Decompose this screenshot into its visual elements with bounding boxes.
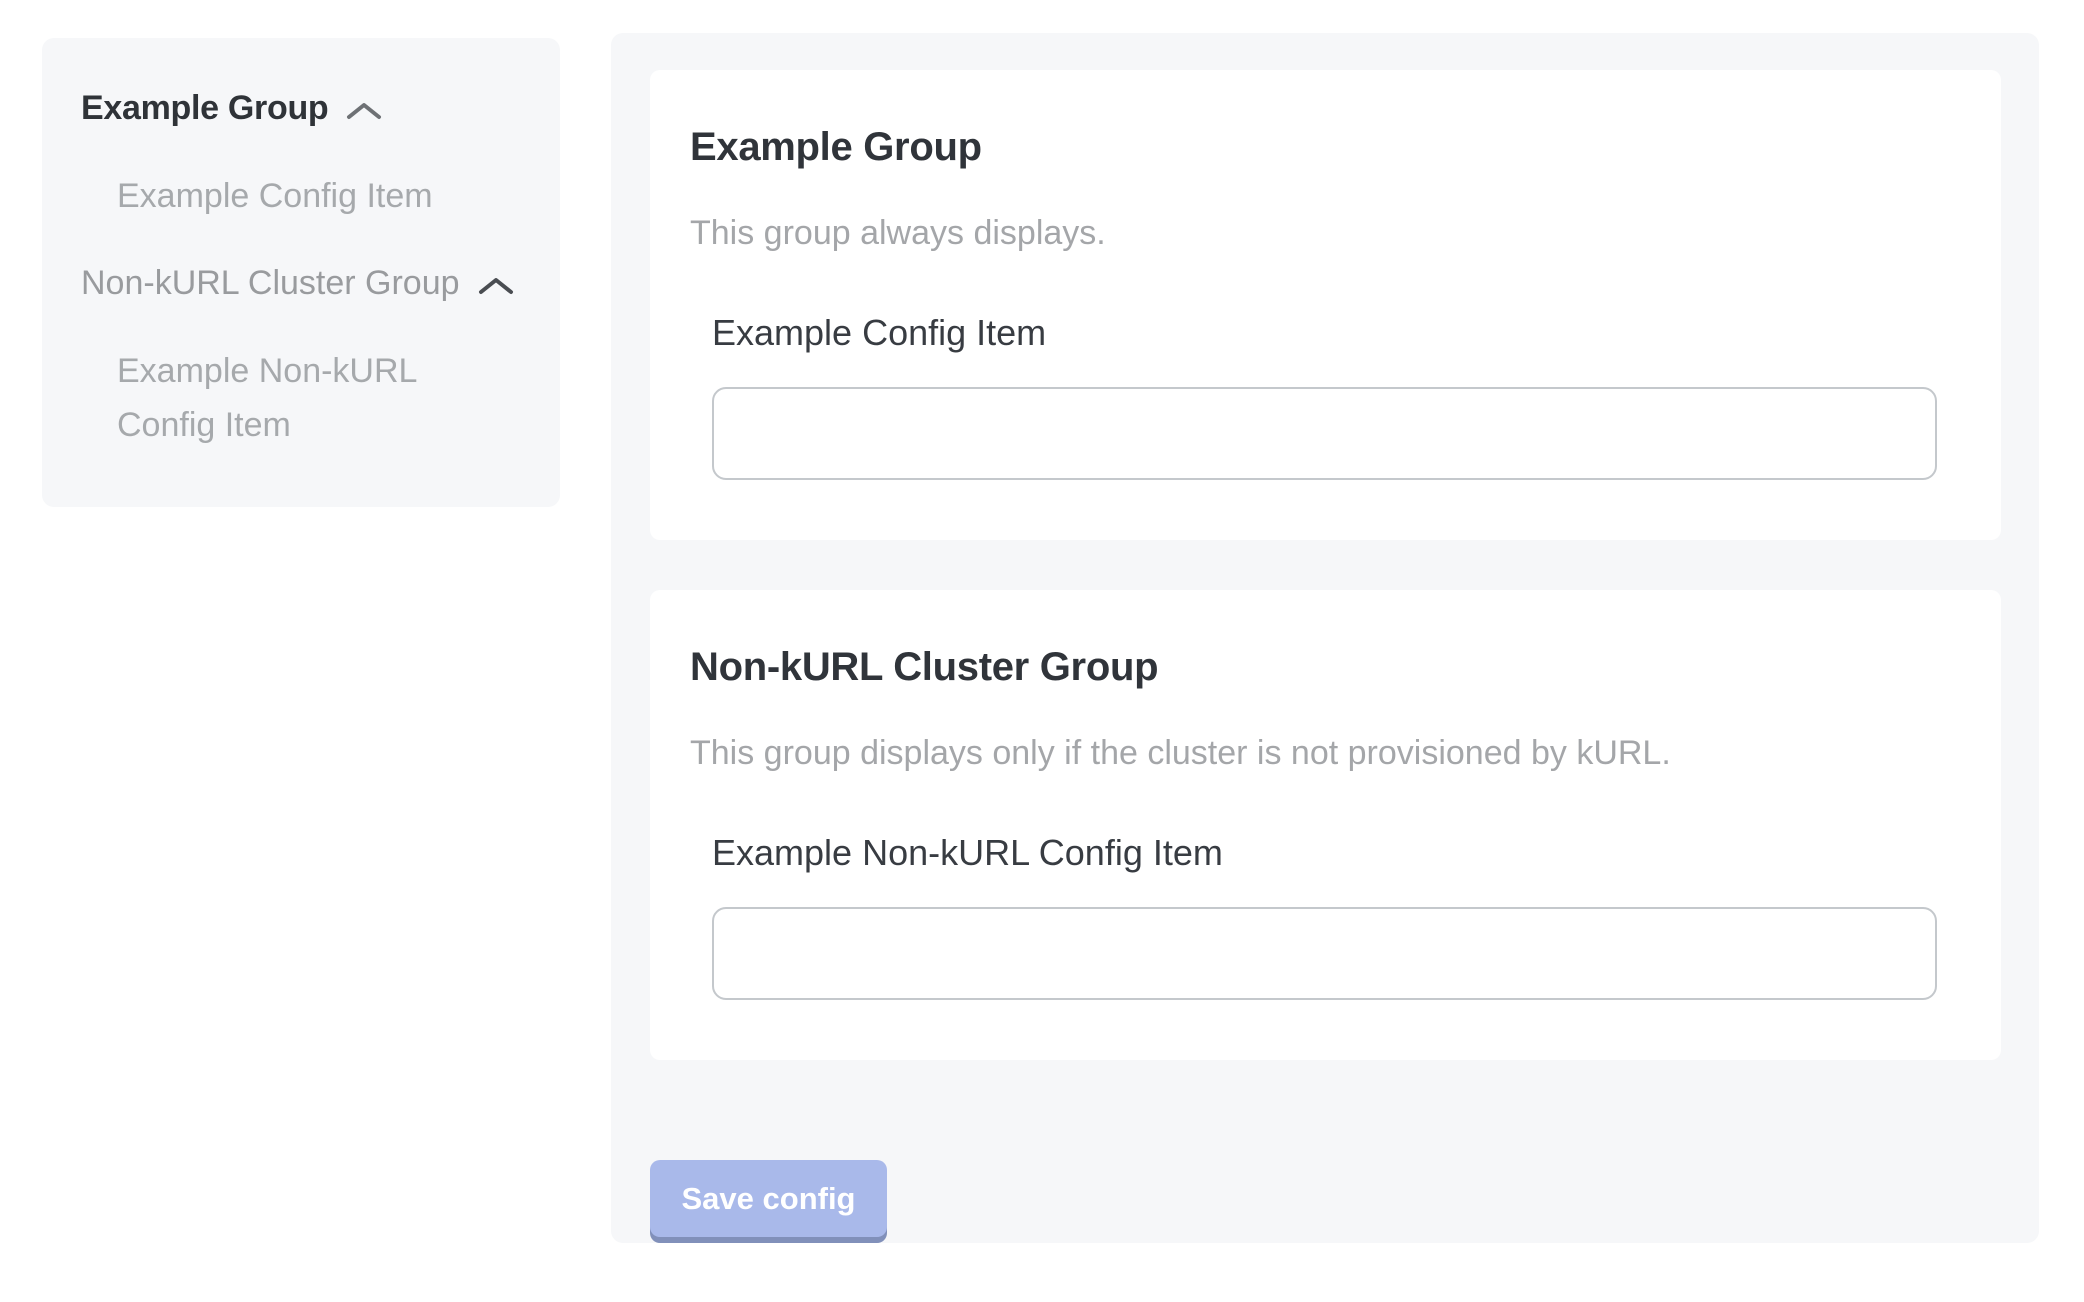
config-group-card-example-group: Example Group This group always displays… bbox=[650, 70, 2001, 540]
save-config-button[interactable]: Save config bbox=[650, 1160, 887, 1237]
group-title: Non-kURL Cluster Group bbox=[690, 642, 1961, 692]
chevron-up-icon[interactable] bbox=[346, 102, 382, 120]
chevron-up-icon[interactable] bbox=[478, 277, 514, 295]
config-main-panel: Example Group This group always displays… bbox=[611, 33, 2039, 1243]
group-description: This group always displays. bbox=[690, 212, 1961, 254]
sidebar-item-example-config-item[interactable]: Example Config Item bbox=[81, 169, 521, 223]
group-title: Example Group bbox=[690, 122, 1961, 172]
config-nav-sidebar: Example Group Example Config Item Non-kU… bbox=[42, 38, 560, 507]
sidebar-group-non-kurl-cluster-group[interactable]: Non-kURL Cluster Group bbox=[81, 257, 524, 310]
sidebar-group-title-label: Example Group bbox=[81, 82, 328, 135]
example-config-item-input[interactable] bbox=[712, 387, 1937, 480]
config-item: Example Non-kURL Config Item bbox=[712, 830, 1961, 1000]
config-item: Example Config Item bbox=[712, 310, 1961, 480]
sidebar-group-title-label: Non-kURL Cluster Group bbox=[81, 257, 460, 310]
sidebar-item-example-non-kurl-config-item[interactable]: Example Non-kURL Config Item bbox=[81, 344, 521, 452]
group-description: This group displays only if the cluster … bbox=[690, 732, 1961, 774]
config-group-card-non-kurl-cluster-group: Non-kURL Cluster Group This group displa… bbox=[650, 590, 2001, 1060]
example-non-kurl-config-item-input[interactable] bbox=[712, 907, 1937, 1000]
sidebar-group-example-group[interactable]: Example Group bbox=[81, 82, 524, 135]
config-item-label: Example Config Item bbox=[712, 310, 1961, 355]
config-item-label: Example Non-kURL Config Item bbox=[712, 830, 1961, 875]
